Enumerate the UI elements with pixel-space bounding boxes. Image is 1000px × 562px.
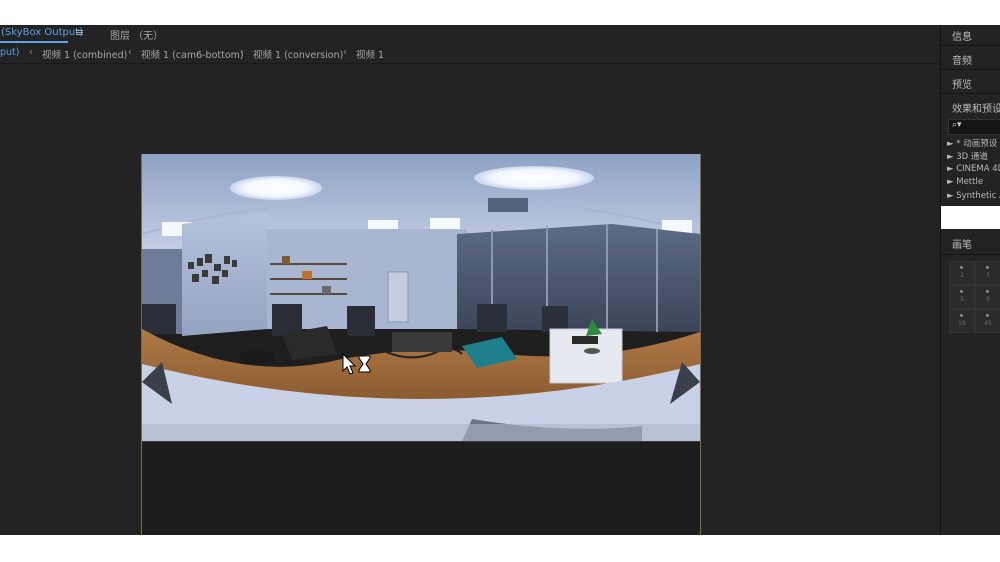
brush-size-label: 5 — [960, 296, 964, 303]
brush-size-label: 45 — [984, 320, 992, 327]
right-side-panels: 信息 音频 预览 效果和预设 ⌕▾ ► * 动画预设 ► 3D 通道 ► CIN… — [940, 25, 1000, 535]
effects-item-mettle[interactable]: ► Mettle — [947, 177, 983, 187]
brush-size-label: 3 — [986, 272, 990, 279]
search-icon[interactable]: ⌕▾ — [952, 120, 962, 130]
effects-search-input[interactable]: ⌕▾ — [948, 119, 1000, 135]
composition-tab-bar: (SkyBox Output) ≡ 图层 （无） — [0, 25, 940, 44]
brush-size-label: 1 — [960, 272, 964, 279]
panel-blank-strip — [941, 206, 1000, 229]
effects-item-animation-presets[interactable]: ► * 动画预设 — [947, 137, 997, 149]
breadcrumb-current[interactable]: put) — [0, 47, 19, 58]
panel-divider — [941, 45, 1000, 46]
brush-preset-grid: 1 3 5 9 19 45 — [949, 261, 1000, 333]
brush-tip-icon — [960, 290, 963, 293]
busy-cursor-icon — [342, 352, 374, 379]
panel-tab-effects-presets[interactable]: 效果和预设 — [952, 100, 1000, 115]
panorama-frame — [142, 154, 700, 441]
tab-layer[interactable]: 图层 （无） — [110, 27, 163, 42]
panel-tab-info[interactable]: 信息 — [952, 28, 972, 43]
breadcrumb: put) ‹ 视频 1 (combined) ‹ 视频 1 (cam6-bott… — [0, 44, 940, 64]
breadcrumb-separator: ‹ — [128, 47, 132, 58]
composition-panel: (SkyBox Output) ≡ 图层 （无） put) ‹ 视频 1 (co… — [0, 25, 940, 535]
brush-preset[interactable]: 1 — [949, 261, 975, 285]
panel-tab-audio[interactable]: 音频 — [952, 52, 972, 67]
effects-item-synthetic-aperture[interactable]: ► Synthetic Ap — [947, 191, 1000, 201]
brush-preset[interactable]: 5 — [949, 285, 975, 309]
brush-preset[interactable]: 9 — [975, 285, 1000, 309]
breadcrumb-item-cam6-bottom[interactable]: 视频 1 (cam6-bottom) — [141, 47, 244, 61]
panel-tab-preview[interactable]: 预览 — [952, 76, 972, 91]
breadcrumb-item-combined[interactable]: 视频 1 (combined) — [42, 47, 127, 61]
breadcrumb-separator: ‹ — [343, 47, 347, 58]
brush-size-label: 19 — [958, 320, 966, 327]
breadcrumb-item-conversion[interactable]: 视频 1 (conversion) — [253, 47, 343, 61]
active-tab-underline — [0, 41, 68, 43]
panel-divider — [941, 69, 1000, 70]
breadcrumb-item-video[interactable]: 视频 1 — [356, 47, 384, 61]
panel-tab-brushes[interactable]: 画笔 — [952, 236, 972, 251]
brush-tip-icon — [960, 266, 963, 269]
composition-viewer[interactable] — [0, 64, 940, 535]
panel-divider — [941, 254, 1000, 255]
tab-skybox-output[interactable]: (SkyBox Output) — [1, 27, 83, 38]
brush-preset[interactable]: 19 — [949, 309, 975, 333]
brush-tip-icon — [960, 314, 963, 317]
brush-size-label: 9 — [986, 296, 990, 303]
brush-tip-icon — [986, 314, 989, 317]
composition-canvas[interactable] — [141, 154, 701, 535]
brush-preset[interactable]: 45 — [975, 309, 1000, 333]
breadcrumb-separator: ‹ — [240, 47, 244, 58]
equirectangular-panorama-image — [142, 154, 700, 441]
brush-tip-icon — [986, 290, 989, 293]
effects-item-cinema-4d[interactable]: ► CINEMA 4D — [947, 164, 1000, 174]
panel-divider — [941, 93, 1000, 94]
after-effects-window: (SkyBox Output) ≡ 图层 （无） put) ‹ 视频 1 (co… — [0, 25, 1000, 535]
panel-menu-icon[interactable]: ≡ — [75, 26, 84, 39]
composition-empty-area — [142, 441, 700, 535]
effects-item-3d-channel[interactable]: ► 3D 通道 — [947, 150, 988, 162]
brush-preset[interactable]: 3 — [975, 261, 1000, 285]
breadcrumb-separator: ‹ — [29, 47, 33, 58]
brush-tip-icon — [986, 266, 989, 269]
